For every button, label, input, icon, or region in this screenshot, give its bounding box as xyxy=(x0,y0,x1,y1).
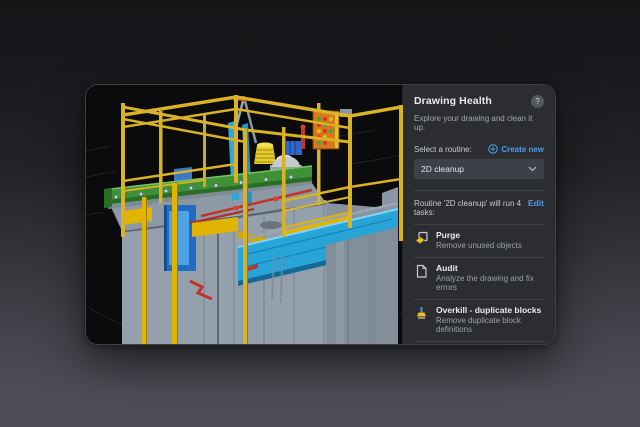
task-row-purge[interactable]: Purge Remove unused objects xyxy=(414,225,544,257)
task-description: Analyze the drawing and fix errors xyxy=(436,274,544,293)
create-new-button[interactable]: Create new xyxy=(488,144,544,154)
task-description: Remove duplicate block definitions xyxy=(436,316,544,335)
machine-3d-model[interactable] xyxy=(86,85,403,345)
purge-icon xyxy=(414,231,429,246)
help-icon[interactable]: ? xyxy=(531,95,544,108)
routine-select[interactable]: 2D cleanup xyxy=(414,159,544,179)
routine-selected-value: 2D cleanup xyxy=(421,164,464,174)
overkill-icon xyxy=(414,306,429,321)
task-title: Audit xyxy=(436,263,544,273)
audit-icon xyxy=(414,264,429,279)
select-routine-label: Select a routine: xyxy=(414,145,472,154)
task-description: Remove unused objects xyxy=(436,241,522,251)
chevron-down-icon xyxy=(528,166,537,172)
panel-subtitle: Explore your drawing and clean it up. xyxy=(414,114,544,132)
task-title: Purge xyxy=(436,230,522,240)
routine-summary: Routine '2D cleanup' will run 4 tasks: xyxy=(414,199,522,217)
cad-app-window: Drawing Health ? Explore your drawing an… xyxy=(85,84,556,345)
task-row-overkill[interactable]: Overkill - duplicate blocks Remove dupli… xyxy=(414,300,544,341)
task-row-blockify[interactable]: Blockify - match existing blocks Maximiz… xyxy=(414,342,544,346)
create-new-label: Create new xyxy=(501,145,544,154)
task-title: Overkill - duplicate blocks xyxy=(436,305,544,315)
viewport-3d[interactable] xyxy=(86,85,402,344)
task-row-audit[interactable]: Audit Analyze the drawing and fix errors xyxy=(414,258,544,299)
drawing-health-panel: Drawing Health ? Explore your drawing an… xyxy=(402,85,555,344)
circle-plus-icon xyxy=(488,144,498,154)
panel-title: Drawing Health xyxy=(414,95,492,107)
edit-routine-button[interactable]: Edit xyxy=(528,198,544,208)
